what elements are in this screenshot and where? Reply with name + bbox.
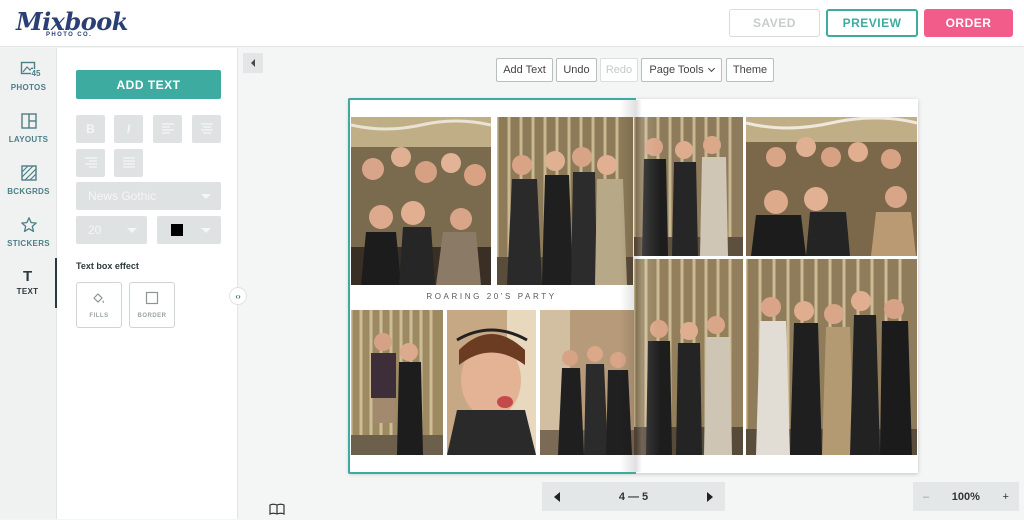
align-center-button[interactable] — [192, 115, 221, 143]
text-icon: T — [19, 266, 37, 285]
rail-item-photos[interactable]: 45 PHOTOS — [0, 58, 57, 106]
rail-label-layouts: LAYOUTS — [8, 135, 49, 144]
zoom-control: – 100% + — [913, 482, 1019, 511]
zoom-out-button[interactable]: – — [923, 491, 929, 503]
text-tool-panel: ADD TEXT B I News Gothic 20 Text box eff… — [57, 48, 238, 519]
left-rail: 45 PHOTOS LAYOUTS BCKGRDS STICKERS T TEX… — [0, 48, 57, 519]
font-family-select[interactable]: News Gothic — [76, 182, 221, 210]
page-range-label: 4 — 5 — [618, 490, 649, 503]
preview-button[interactable]: PREVIEW — [826, 9, 918, 37]
photo-count-badge: 45 — [30, 69, 42, 78]
chevron-down-icon — [127, 228, 137, 233]
align-right-button[interactable] — [76, 149, 105, 177]
top-header: Mixbook PHOTO CO. SAVED PREVIEW ORDER — [0, 0, 1024, 47]
logo-subtitle: PHOTO CO. — [46, 32, 93, 38]
font-family-value: News Gothic — [88, 189, 157, 203]
border-label: BORDER — [137, 313, 167, 319]
color-swatch — [171, 224, 183, 236]
text-color-select[interactable] — [157, 216, 221, 244]
page-navigator: 4 — 5 — [542, 482, 725, 511]
rail-label-photos: PHOTOS — [10, 83, 47, 92]
backgrounds-icon — [20, 164, 38, 182]
photo-right-bottom-right[interactable] — [746, 259, 917, 455]
collapse-panel-button[interactable] — [243, 53, 263, 73]
previous-page-button[interactable] — [554, 491, 560, 502]
rail-item-text[interactable]: T TEXT — [0, 258, 57, 308]
add-text-toolbar-button[interactable]: Add Text — [496, 58, 553, 82]
fills-button[interactable]: FILLS — [76, 282, 122, 328]
photos-icon: 45 — [20, 60, 42, 78]
bold-button[interactable]: B — [76, 115, 105, 143]
rail-label-backgrounds: BCKGRDS — [7, 187, 50, 196]
page-tools-button[interactable]: Page Tools — [641, 58, 722, 82]
rail-item-layouts[interactable]: LAYOUTS — [0, 110, 57, 158]
border-square-icon — [145, 291, 159, 305]
theme-button[interactable]: Theme — [726, 58, 774, 82]
align-center-icon — [200, 123, 213, 134]
align-left-button[interactable] — [153, 115, 182, 143]
rail-label-stickers: STICKERS — [7, 239, 50, 248]
order-button[interactable]: ORDER — [924, 9, 1013, 37]
chevron-down-icon — [201, 194, 211, 199]
chevron-down-icon — [707, 64, 715, 73]
zoom-in-button[interactable]: + — [1003, 491, 1009, 503]
paint-bucket-icon — [92, 291, 106, 305]
selected-page-outline — [348, 98, 636, 474]
fills-label: FILLS — [89, 313, 109, 319]
align-left-icon — [161, 123, 174, 134]
border-button[interactable]: BORDER — [129, 282, 175, 328]
open-book-icon[interactable] — [269, 502, 285, 520]
chevron-left-icon — [251, 59, 255, 67]
svg-text:T: T — [23, 268, 32, 284]
undo-button[interactable]: Undo — [556, 58, 597, 82]
rail-item-stickers[interactable]: STICKERS — [0, 214, 57, 262]
justify-button[interactable] — [114, 149, 143, 177]
panel-resize-handle[interactable]: ‹› — [229, 287, 247, 305]
justify-icon — [122, 157, 135, 168]
rail-item-backgrounds[interactable]: BCKGRDS — [0, 162, 57, 210]
mixbook-logo[interactable]: Mixbook PHOTO CO. — [16, 7, 128, 41]
redo-button[interactable]: Redo — [600, 58, 638, 82]
next-page-button[interactable] — [706, 491, 713, 502]
add-text-button[interactable]: ADD TEXT — [76, 70, 221, 99]
chevron-down-icon — [201, 228, 211, 233]
text-box-effect-heading: Text box effect — [76, 261, 139, 271]
star-icon — [20, 216, 38, 234]
zoom-level: 100% — [951, 490, 980, 503]
rail-label-text: TEXT — [16, 287, 39, 296]
page-tools-label: Page Tools — [649, 64, 704, 76]
photo-right-top-right[interactable] — [746, 117, 917, 256]
italic-button[interactable]: I — [114, 115, 143, 143]
align-right-icon — [84, 157, 97, 168]
layouts-icon — [20, 112, 38, 130]
font-size-value: 20 — [88, 223, 102, 237]
saved-button[interactable]: SAVED — [729, 9, 820, 37]
font-size-select[interactable]: 20 — [76, 216, 147, 244]
